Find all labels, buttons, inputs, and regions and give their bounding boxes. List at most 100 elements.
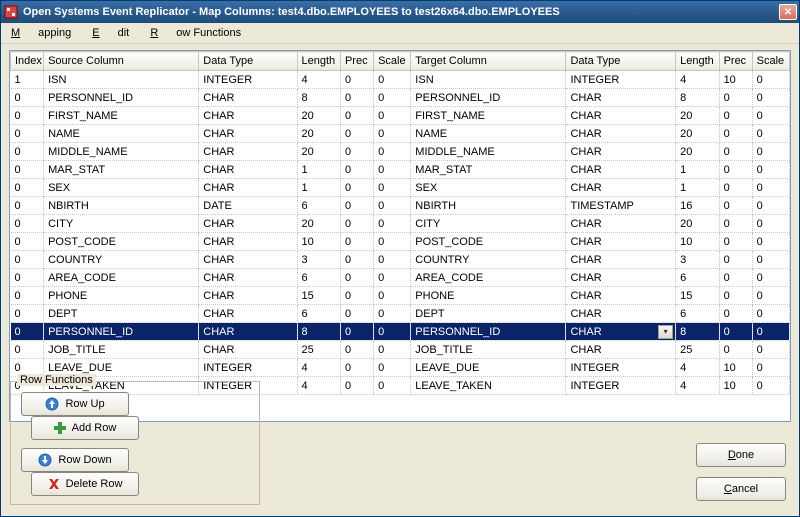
header-src-length[interactable]: Length bbox=[297, 52, 340, 71]
cell-tgt-col[interactable]: ISN bbox=[411, 71, 566, 89]
cell-src-len[interactable]: 20 bbox=[297, 143, 340, 161]
cell-tgt-scale[interactable]: 0 bbox=[752, 287, 789, 305]
cell-index[interactable]: 0 bbox=[11, 161, 44, 179]
cell-tgt-scale[interactable]: 0 bbox=[752, 269, 789, 287]
header-source-column[interactable]: Source Column bbox=[44, 52, 199, 71]
table-row[interactable]: 0DEPTCHAR600DEPTCHAR600 bbox=[11, 305, 790, 323]
cell-src-type[interactable]: CHAR bbox=[199, 179, 297, 197]
cell-src-prec[interactable]: 0 bbox=[340, 323, 373, 341]
cell-tgt-len[interactable]: 15 bbox=[676, 287, 719, 305]
menu-row-functions[interactable]: Row Functions bbox=[150, 27, 241, 39]
cell-src-len[interactable]: 1 bbox=[297, 179, 340, 197]
cell-tgt-col[interactable]: NAME bbox=[411, 125, 566, 143]
header-src-prec[interactable]: Prec bbox=[340, 52, 373, 71]
cell-index[interactable]: 0 bbox=[11, 233, 44, 251]
cell-tgt-scale[interactable]: 0 bbox=[752, 323, 789, 341]
cell-src-prec[interactable]: 0 bbox=[340, 161, 373, 179]
cell-src-scale[interactable]: 0 bbox=[374, 251, 411, 269]
done-button[interactable]: Done bbox=[696, 443, 786, 467]
titlebar[interactable]: Open Systems Event Replicator - Map Colu… bbox=[1, 1, 799, 23]
header-tgt-scale[interactable]: Scale bbox=[752, 52, 789, 71]
cell-index[interactable]: 0 bbox=[11, 269, 44, 287]
cell-src-col[interactable]: JOB_TITLE bbox=[44, 341, 199, 359]
cell-src-scale[interactable]: 0 bbox=[374, 305, 411, 323]
cell-src-prec[interactable]: 0 bbox=[340, 215, 373, 233]
cell-src-prec[interactable]: 0 bbox=[340, 287, 373, 305]
cell-src-prec[interactable]: 0 bbox=[340, 359, 373, 377]
table-row[interactable]: 0JOB_TITLECHAR2500JOB_TITLECHAR2500 bbox=[11, 341, 790, 359]
cell-tgt-len[interactable]: 25 bbox=[676, 341, 719, 359]
cell-src-len[interactable]: 20 bbox=[297, 215, 340, 233]
table-row[interactable]: 0PERSONNEL_IDCHAR800PERSONNEL_IDCHAR▾800 bbox=[11, 323, 790, 341]
cell-tgt-col[interactable]: NBIRTH bbox=[411, 197, 566, 215]
cell-tgt-col[interactable]: PERSONNEL_ID bbox=[411, 323, 566, 341]
cell-tgt-type[interactable]: CHAR bbox=[566, 341, 676, 359]
cell-src-len[interactable]: 3 bbox=[297, 251, 340, 269]
cell-tgt-scale[interactable]: 0 bbox=[752, 377, 789, 395]
cell-tgt-len[interactable]: 20 bbox=[676, 125, 719, 143]
cell-tgt-col[interactable]: LEAVE_DUE bbox=[411, 359, 566, 377]
cell-src-type[interactable]: INTEGER bbox=[199, 71, 297, 89]
cell-tgt-prec[interactable]: 0 bbox=[719, 125, 752, 143]
cell-src-len[interactable]: 1 bbox=[297, 161, 340, 179]
menu-mapping[interactable]: Mapping bbox=[11, 27, 71, 39]
cell-src-scale[interactable]: 0 bbox=[374, 323, 411, 341]
cell-src-prec[interactable]: 0 bbox=[340, 197, 373, 215]
cell-tgt-type[interactable]: CHAR▾ bbox=[566, 323, 676, 341]
cell-tgt-scale[interactable]: 0 bbox=[752, 233, 789, 251]
cell-src-col[interactable]: COUNTRY bbox=[44, 251, 199, 269]
cell-tgt-col[interactable]: CITY bbox=[411, 215, 566, 233]
cell-tgt-len[interactable]: 10 bbox=[676, 233, 719, 251]
cell-index[interactable]: 0 bbox=[11, 287, 44, 305]
cell-src-type[interactable]: CHAR bbox=[199, 305, 297, 323]
cell-tgt-col[interactable]: MAR_STAT bbox=[411, 161, 566, 179]
cell-tgt-type[interactable]: CHAR bbox=[566, 89, 676, 107]
cell-src-type[interactable]: CHAR bbox=[199, 233, 297, 251]
cell-tgt-scale[interactable]: 0 bbox=[752, 341, 789, 359]
cell-src-len[interactable]: 20 bbox=[297, 107, 340, 125]
cell-src-len[interactable]: 10 bbox=[297, 233, 340, 251]
cell-tgt-prec[interactable]: 0 bbox=[719, 305, 752, 323]
cell-tgt-scale[interactable]: 0 bbox=[752, 215, 789, 233]
cell-src-type[interactable]: CHAR bbox=[199, 161, 297, 179]
cell-tgt-len[interactable]: 8 bbox=[676, 89, 719, 107]
cell-src-type[interactable]: CHAR bbox=[199, 143, 297, 161]
cell-tgt-type[interactable]: INTEGER bbox=[566, 359, 676, 377]
cell-src-len[interactable]: 8 bbox=[297, 89, 340, 107]
cell-src-prec[interactable]: 0 bbox=[340, 269, 373, 287]
cell-tgt-type[interactable]: CHAR bbox=[566, 179, 676, 197]
cell-src-len[interactable]: 8 bbox=[297, 323, 340, 341]
cell-src-col[interactable]: MAR_STAT bbox=[44, 161, 199, 179]
header-target-column[interactable]: Target Column bbox=[411, 52, 566, 71]
cell-src-type[interactable]: CHAR bbox=[199, 323, 297, 341]
cell-src-len[interactable]: 6 bbox=[297, 269, 340, 287]
cell-src-col[interactable]: SEX bbox=[44, 179, 199, 197]
cell-tgt-scale[interactable]: 0 bbox=[752, 143, 789, 161]
cell-tgt-prec[interactable]: 0 bbox=[719, 197, 752, 215]
header-src-scale[interactable]: Scale bbox=[374, 52, 411, 71]
table-row[interactable]: 0NAMECHAR2000NAMECHAR2000 bbox=[11, 125, 790, 143]
cell-tgt-col[interactable]: DEPT bbox=[411, 305, 566, 323]
cell-index[interactable]: 0 bbox=[11, 251, 44, 269]
cell-tgt-col[interactable]: FIRST_NAME bbox=[411, 107, 566, 125]
cell-tgt-prec[interactable]: 10 bbox=[719, 359, 752, 377]
cell-tgt-scale[interactable]: 0 bbox=[752, 107, 789, 125]
header-src-data-type[interactable]: Data Type bbox=[199, 52, 297, 71]
cell-src-type[interactable]: CHAR bbox=[199, 215, 297, 233]
cell-src-col[interactable]: NAME bbox=[44, 125, 199, 143]
cell-tgt-scale[interactable]: 0 bbox=[752, 125, 789, 143]
cell-tgt-len[interactable]: 4 bbox=[676, 377, 719, 395]
cancel-button[interactable]: Cancel bbox=[696, 477, 786, 501]
cell-src-len[interactable]: 6 bbox=[297, 197, 340, 215]
cell-tgt-scale[interactable]: 0 bbox=[752, 251, 789, 269]
cell-src-type[interactable]: DATE bbox=[199, 197, 297, 215]
header-tgt-length[interactable]: Length bbox=[676, 52, 719, 71]
cell-tgt-col[interactable]: JOB_TITLE bbox=[411, 341, 566, 359]
table-row[interactable]: 0LEAVE_DUEINTEGER400LEAVE_DUEINTEGER4100 bbox=[11, 359, 790, 377]
cell-src-prec[interactable]: 0 bbox=[340, 143, 373, 161]
cell-src-scale[interactable]: 0 bbox=[374, 89, 411, 107]
table-row[interactable]: 0POST_CODECHAR1000POST_CODECHAR1000 bbox=[11, 233, 790, 251]
cell-tgt-scale[interactable]: 0 bbox=[752, 71, 789, 89]
cell-src-scale[interactable]: 0 bbox=[374, 233, 411, 251]
cell-tgt-scale[interactable]: 0 bbox=[752, 179, 789, 197]
